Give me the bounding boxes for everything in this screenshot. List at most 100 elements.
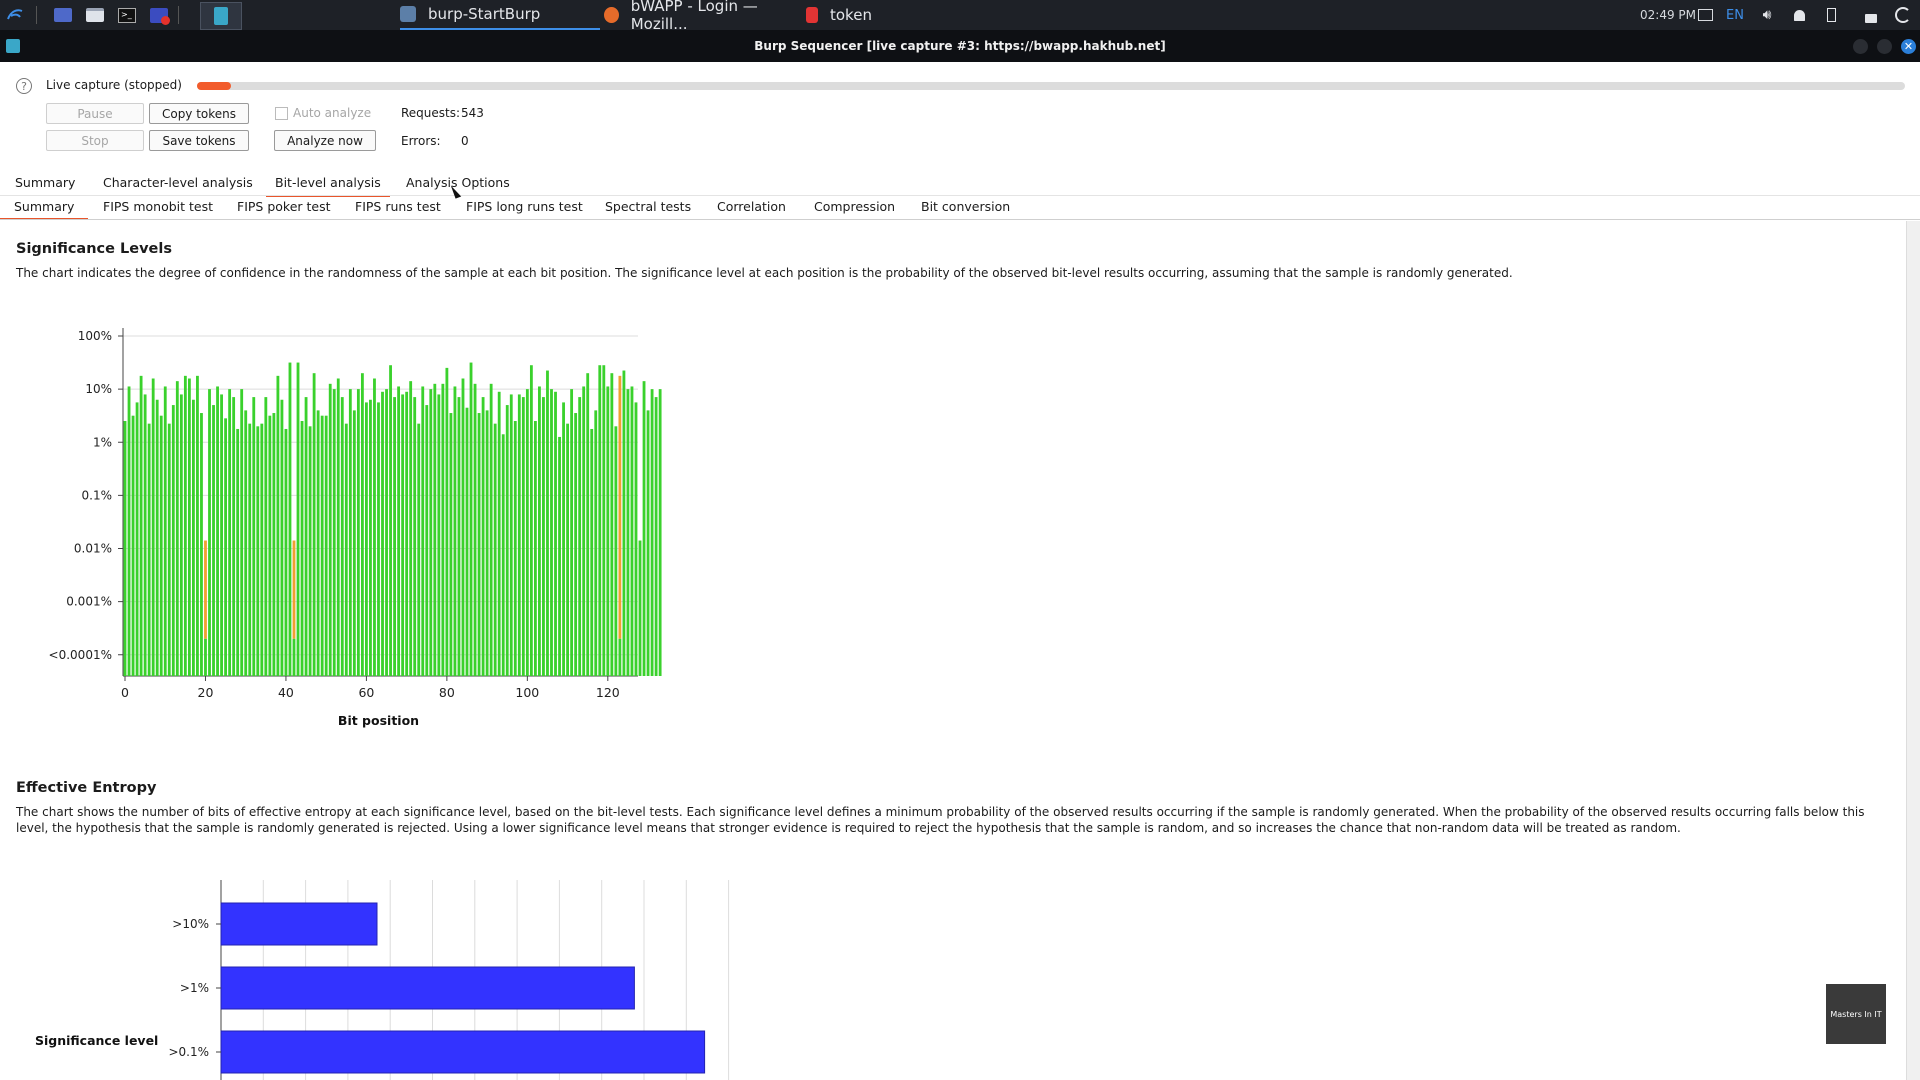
bar xyxy=(634,402,638,676)
bar xyxy=(610,373,614,676)
kali-menu-icon[interactable] xyxy=(4,4,26,26)
bar xyxy=(123,421,127,676)
bar xyxy=(650,389,654,676)
bar xyxy=(598,365,602,676)
bar xyxy=(602,365,606,676)
file-manager-icon[interactable] xyxy=(84,4,106,26)
bar xyxy=(179,394,183,676)
bar xyxy=(606,386,610,676)
bar xyxy=(385,389,388,676)
vertical-scrollbar[interactable] xyxy=(1906,221,1920,1080)
bar xyxy=(260,423,264,676)
bar xyxy=(171,405,175,676)
subtab-divider xyxy=(0,219,1920,220)
refresh-icon[interactable] xyxy=(1892,4,1914,26)
bar xyxy=(538,386,541,676)
bar xyxy=(622,370,626,676)
language-indicator[interactable]: EN xyxy=(1726,0,1744,30)
bar xyxy=(276,375,280,676)
bar xyxy=(477,413,481,676)
entropy-description: The chart shows the number of bits of ef… xyxy=(16,805,1865,835)
bar xyxy=(175,381,179,676)
volume-icon[interactable]: 🔊︎ xyxy=(1756,4,1778,26)
bar xyxy=(240,389,244,676)
bar xyxy=(163,386,167,676)
clock[interactable]: 02:49 PM xyxy=(1640,0,1696,30)
bar xyxy=(578,397,582,676)
subtab-summary[interactable]: Summary xyxy=(0,199,89,220)
help-icon[interactable]: ? xyxy=(16,78,32,94)
bar xyxy=(654,397,658,676)
bar xyxy=(449,413,453,676)
analyze-now-button[interactable]: Analyze now xyxy=(274,130,376,151)
window-title: Burp Sequencer [live capture #3: https:/… xyxy=(754,39,1166,53)
subtab-compression[interactable]: Compression xyxy=(814,199,895,218)
window-tab-firefox[interactable]: bWAPP - Login — Mozill... xyxy=(604,0,804,33)
bar xyxy=(248,423,252,676)
bar xyxy=(485,410,489,676)
terminal-icon[interactable]: >_ xyxy=(116,4,138,26)
errors-value: 0 xyxy=(461,134,469,148)
bar xyxy=(381,391,384,676)
pause-button[interactable]: Pause xyxy=(46,103,144,124)
tab-divider xyxy=(0,195,1920,196)
browser-icon[interactable] xyxy=(148,4,170,26)
stop-button[interactable]: Stop xyxy=(46,130,144,151)
tab-bit-level-analysis[interactable]: Bit-level analysis xyxy=(266,175,390,197)
window-tab-burp[interactable]: burp-StartBurp xyxy=(400,0,600,30)
maximize-button[interactable] xyxy=(1877,39,1892,54)
bar xyxy=(312,373,316,676)
close-button[interactable]: ✕ xyxy=(1901,39,1916,54)
subtab-fips-poker-test[interactable]: FIPS poker test xyxy=(237,199,331,218)
bar xyxy=(501,434,505,676)
bar xyxy=(642,381,646,676)
x-tick-label: 100 xyxy=(515,685,539,700)
bar xyxy=(151,378,155,676)
subtab-fips-runs-test[interactable]: FIPS runs test xyxy=(355,199,441,218)
bar xyxy=(332,389,336,676)
subtab-spectral-tests[interactable]: Spectral tests xyxy=(605,199,691,218)
tab-character-level-analysis[interactable]: Character-level analysis xyxy=(103,175,253,195)
subtab-bit-conversion[interactable]: Bit conversion xyxy=(921,199,1010,218)
subtab-correlation[interactable]: Correlation xyxy=(717,199,786,218)
notification-bell-icon[interactable] xyxy=(1788,4,1810,26)
subtab-fips-monobit-test[interactable]: FIPS monobit test xyxy=(103,199,213,218)
bar xyxy=(566,423,570,676)
checkbox-box[interactable] xyxy=(275,106,288,120)
desktop-icon[interactable] xyxy=(52,4,74,26)
bar xyxy=(244,410,248,676)
copy-tokens-button[interactable]: Copy tokens xyxy=(149,103,249,124)
battery-icon[interactable] xyxy=(1820,4,1842,26)
lock-icon[interactable] xyxy=(1860,4,1882,26)
bar xyxy=(336,378,340,676)
bar xyxy=(200,413,203,676)
save-tokens-button[interactable]: Save tokens xyxy=(149,130,249,151)
bar xyxy=(497,391,501,676)
bar xyxy=(413,397,417,676)
bar xyxy=(220,902,378,946)
watermark-logo: Masters In IT xyxy=(1826,984,1886,1044)
bar xyxy=(546,370,549,676)
bar xyxy=(272,413,276,676)
bar xyxy=(405,391,409,676)
bar xyxy=(425,405,429,676)
bar xyxy=(131,415,135,676)
bar xyxy=(397,386,401,676)
bar xyxy=(280,399,284,676)
taskbar-separator xyxy=(36,6,37,24)
subtab-fips-long-runs-test[interactable]: FIPS long runs test xyxy=(466,199,583,218)
bar xyxy=(417,423,421,676)
y-tick-label: 100% xyxy=(78,329,112,343)
workspace-burp-icon[interactable] xyxy=(200,2,242,30)
auto-analyze-checkbox[interactable]: Auto analyze xyxy=(275,106,371,120)
bar xyxy=(220,1030,706,1074)
window-tab-token[interactable]: token xyxy=(806,0,926,30)
bar xyxy=(646,410,650,676)
display-icon[interactable] xyxy=(1694,4,1716,26)
bar xyxy=(183,375,187,676)
x-tick-label: 120 xyxy=(596,685,620,700)
bar xyxy=(232,397,236,676)
minimize-button[interactable] xyxy=(1853,39,1868,54)
tab-summary[interactable]: Summary xyxy=(15,175,75,195)
y-tick-label: 0.01% xyxy=(74,542,112,556)
